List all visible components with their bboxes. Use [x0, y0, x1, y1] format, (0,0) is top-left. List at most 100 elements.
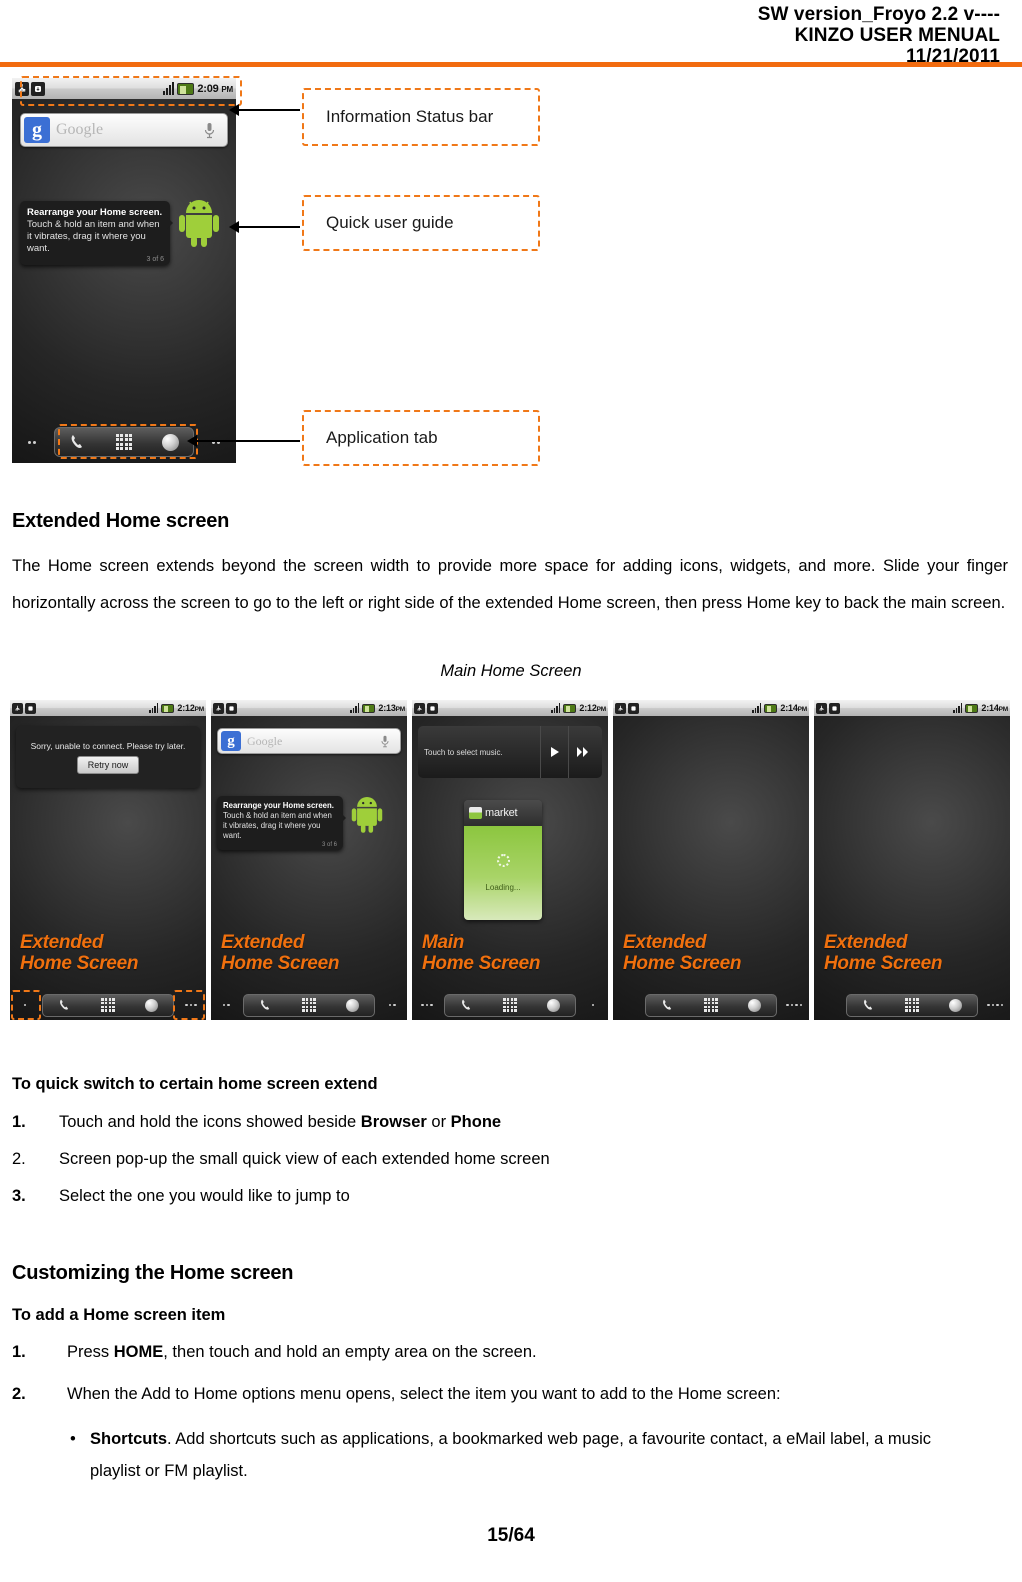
figure-main-home-screen: 2:09 PM g Google Rearrange your Home scr…	[12, 76, 242, 463]
all-apps-grid-icon[interactable]	[903, 997, 921, 1013]
phone-icon[interactable]	[56, 997, 74, 1013]
market-bag-icon	[469, 807, 482, 819]
music-widget-label: Touch to select music.	[424, 747, 503, 757]
callout-arrow-quick-guide	[229, 221, 300, 233]
callout-arrow-application-tab	[187, 435, 300, 447]
search-input[interactable]: Google	[56, 121, 190, 139]
bold-home: HOME	[113, 1343, 164, 1361]
status-bar-clock: 2:09 PM	[197, 82, 233, 95]
application-tab[interactable]	[645, 993, 777, 1017]
search-input[interactable]: Google	[247, 734, 369, 749]
all-apps-grid-icon[interactable]	[113, 432, 135, 452]
phone-icon[interactable]	[659, 997, 677, 1013]
tip-body: Touch & hold an item and when it vibrate…	[223, 811, 332, 840]
phone-icon[interactable]	[257, 997, 275, 1013]
phone-icon[interactable]	[860, 997, 878, 1013]
status-bar-clock: 2:14PM	[981, 703, 1008, 713]
page-indicator-left	[10, 1003, 40, 1007]
all-apps-grid-icon[interactable]	[99, 997, 117, 1013]
tip-counter: 3 of 6	[321, 842, 337, 848]
browser-globe-icon[interactable]	[159, 432, 181, 452]
market-widget-title: market	[485, 807, 518, 819]
header-manual-title: KINZO USER MENUAL	[794, 25, 1000, 46]
screen-type-label: Extended Home Screen	[221, 932, 340, 974]
heading-customizing-home-screen: Customizing the Home screen	[12, 1262, 294, 1284]
usb-icon	[816, 702, 827, 714]
browser-globe-icon[interactable]	[343, 997, 361, 1013]
screen-type-label: Main Home Screen	[422, 932, 541, 974]
usb-icon	[12, 702, 23, 714]
application-tab[interactable]	[42, 993, 174, 1017]
all-apps-grid-icon[interactable]	[300, 997, 318, 1013]
list-text: Select the one you would like to jump to	[59, 1187, 350, 1205]
battery-icon	[177, 82, 195, 95]
signal-bars-icon	[350, 703, 360, 713]
application-tab[interactable]	[54, 427, 194, 457]
page-indicator-right	[980, 1003, 1010, 1007]
browser-globe-icon[interactable]	[946, 997, 964, 1013]
page-indicator-left	[12, 440, 52, 444]
home-screen-wallpaper: Touch to select music. market Loading...	[412, 716, 608, 1020]
subheading-add-home-screen-item: To add a Home screen item	[12, 1306, 226, 1324]
subheading-quick-switch: To quick switch to certain home screen e…	[12, 1075, 378, 1093]
status-bar: 2:14PM	[814, 700, 1010, 716]
document-header: SW version_Froyo 2.2 v---- KINZO USER ME…	[0, 0, 1022, 67]
connection-error-toast: Sorry, unable to connect. Please try lat…	[16, 726, 200, 788]
application-tab[interactable]	[243, 993, 375, 1017]
list-text: Screen pop-up the small quick view of ea…	[59, 1150, 550, 1168]
callout-application-tab: Application tab	[302, 410, 540, 466]
status-bar-clock: 2:12PM	[177, 703, 204, 713]
application-tab-row	[412, 992, 608, 1018]
list-item-1: 1. Touch and hold the icons showed besid…	[12, 1113, 912, 1132]
phone-screenshot: 2:09 PM g Google Rearrange your Home scr…	[12, 78, 236, 463]
microphone-icon[interactable]	[375, 735, 395, 748]
page-number: 15/64	[487, 1525, 535, 1546]
home-screen-wallpaper: g Google Rearrange your Home screen. Tou…	[211, 716, 407, 1020]
status-bar: 2:09 PM	[12, 78, 236, 99]
music-widget[interactable]: Touch to select music.	[418, 726, 602, 778]
microphone-icon[interactable]	[196, 122, 222, 139]
mini-screen-1: 2:12PM Sorry, unable to connect. Please …	[10, 700, 206, 1020]
battery-icon	[161, 703, 175, 713]
signal-bars-icon	[752, 703, 762, 713]
screen-type-label: Extended Home Screen	[824, 932, 943, 974]
application-tab-row	[613, 992, 809, 1018]
list-number: 3.	[12, 1187, 26, 1205]
page-indicator-left	[412, 1003, 442, 1007]
application-tab-row	[12, 425, 236, 459]
home-screen-wallpaper: Extended Home Screen	[814, 716, 1010, 1020]
page-indicator-right	[377, 1003, 407, 1007]
google-search-widget[interactable]: g Google	[20, 113, 228, 147]
signal-bars-icon	[953, 703, 963, 713]
tip-title: Rearrange your Home screen.	[27, 207, 163, 218]
list-item-3: 3. Select the one you would like to jump…	[12, 1187, 912, 1206]
market-widget[interactable]: market Loading...	[464, 800, 542, 920]
tip-body: Touch & hold an item and when it vibrate…	[27, 219, 160, 254]
list-number: 2.	[12, 1150, 26, 1168]
phone-icon[interactable]	[67, 432, 89, 452]
retry-now-button[interactable]: Retry now	[76, 755, 140, 774]
application-tab[interactable]	[846, 993, 978, 1017]
usb-icon	[213, 702, 224, 714]
all-apps-grid-icon[interactable]	[501, 997, 519, 1013]
market-loading-label: Loading...	[485, 883, 521, 892]
figure-home-screen-row: 2:12PM Sorry, unable to connect. Please …	[10, 700, 1012, 1020]
mini-screen-5: 2:14PM Extended Home Screen	[814, 700, 1010, 1020]
list-text: Touch and hold the icons showed beside B…	[59, 1113, 502, 1131]
list-number: 1.	[12, 1113, 26, 1131]
application-tab[interactable]	[444, 993, 576, 1017]
next-track-button[interactable]	[568, 726, 596, 778]
browser-globe-icon[interactable]	[544, 997, 562, 1013]
google-search-widget[interactable]: g Google	[217, 728, 401, 754]
browser-globe-icon[interactable]	[142, 997, 160, 1013]
usb-icon	[615, 702, 626, 714]
play-button[interactable]	[540, 726, 568, 778]
google-g-logo: g	[24, 117, 50, 143]
battery-icon	[563, 703, 577, 713]
screen-type-label: Extended Home Screen	[623, 932, 742, 974]
all-apps-grid-icon[interactable]	[702, 997, 720, 1013]
status-bar: 2:12PM	[412, 700, 608, 716]
phone-icon[interactable]	[458, 997, 476, 1013]
browser-globe-icon[interactable]	[745, 997, 763, 1013]
page-indicator-right	[779, 1003, 809, 1007]
